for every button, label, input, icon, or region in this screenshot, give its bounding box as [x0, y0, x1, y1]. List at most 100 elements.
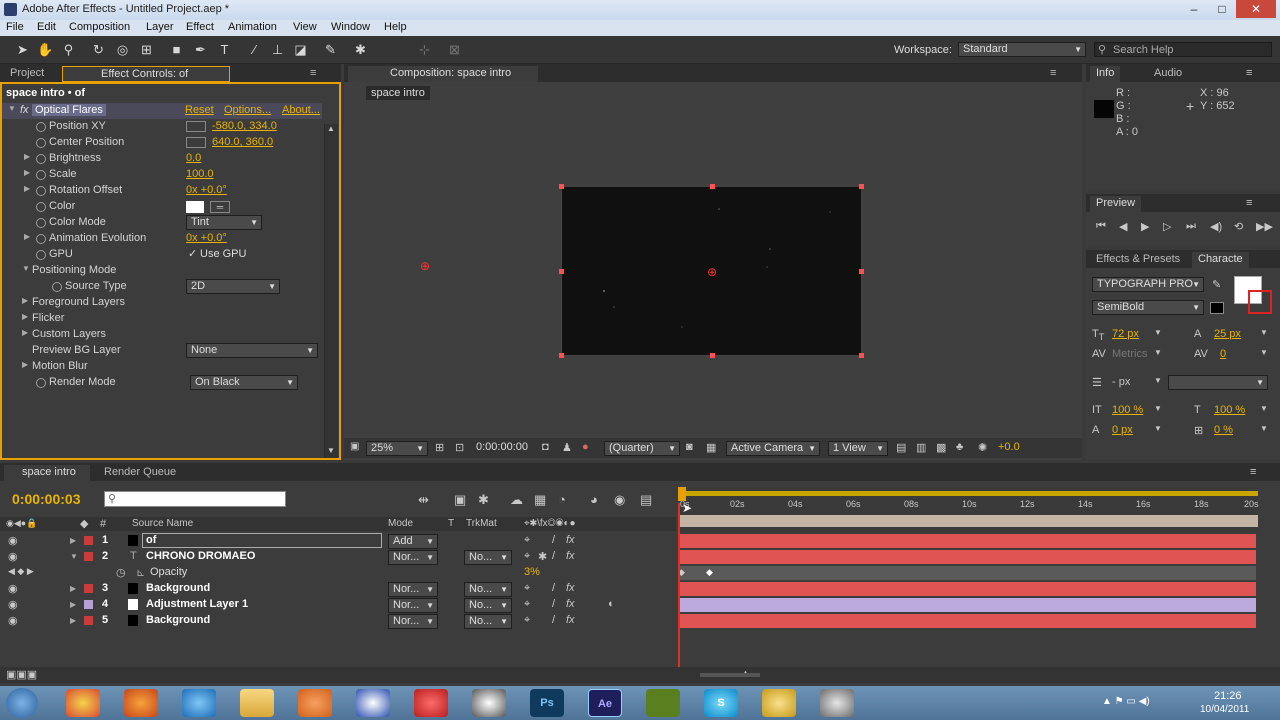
baseline-dropdown[interactable]: ▼: [1154, 424, 1162, 433]
gpu-checkbox[interactable]: ✓: [188, 247, 197, 260]
adjustment-layer-icon[interactable]: ◐: [608, 598, 615, 610]
auto-keyframe-icon[interactable]: ◉: [614, 492, 625, 508]
label-color[interactable]: [84, 536, 93, 545]
quality-icon[interactable]: /: [552, 614, 555, 626]
prop-scale[interactable]: ▶ Scale 100.0: [2, 167, 322, 183]
channel-icon[interactable]: ●: [582, 441, 589, 453]
collapse-icon[interactable]: ▼: [8, 104, 16, 113]
panel-menu-icon[interactable]: ≡: [1050, 67, 1056, 79]
eyedropper-icon[interactable]: ✎: [1212, 278, 1221, 291]
menu-window[interactable]: Window: [331, 21, 370, 33]
layer-name[interactable]: Background: [146, 614, 210, 626]
reset-link[interactable]: Reset: [185, 104, 214, 116]
puppet-tool-icon[interactable]: ✱: [352, 41, 369, 58]
messenger-icon[interactable]: [356, 689, 390, 717]
transparency-grid-icon[interactable]: ▦: [706, 441, 716, 454]
layer-row-3[interactable]: ◉ ▶ 3 Background Nor... ▼ No... ▼ ⌖ / fx: [0, 581, 675, 597]
after-effects-taskbar-icon[interactable]: Ae: [588, 689, 622, 717]
layer-bar-1[interactable]: [680, 534, 1256, 548]
chrome-icon[interactable]: [66, 689, 100, 717]
vscale-dropdown[interactable]: ▼: [1154, 404, 1162, 413]
internet-explorer-icon[interactable]: [182, 689, 216, 717]
mode-select[interactable]: Nor... ▼: [388, 550, 438, 565]
camera-tool-icon[interactable]: ◎: [114, 41, 131, 58]
pan-behind-tool-icon[interactable]: ⊞: [138, 41, 155, 58]
rotate-tool-icon[interactable]: ↻: [90, 41, 107, 58]
draft-3d-icon[interactable]: ✱: [478, 492, 489, 508]
crosshair-icon[interactable]: [186, 137, 206, 148]
mode-select[interactable]: Nor... ▼: [388, 614, 438, 629]
next-frame-icon[interactable]: ▷: [1163, 220, 1171, 233]
comp-viewer-canvas[interactable]: ⊕: [559, 184, 864, 358]
layer-bar-4[interactable]: [680, 598, 1256, 612]
tab-render-queue[interactable]: Render Queue: [98, 465, 182, 481]
font-select[interactable]: TYPOGRAPH PRO ▼: [1092, 277, 1204, 292]
collapse-transform-icon[interactable]: ✱: [538, 550, 547, 563]
grid-icon[interactable]: ⊞: [435, 441, 444, 454]
label-color[interactable]: [84, 616, 93, 625]
rotation-offset-value[interactable]: 0x +0.0°: [186, 184, 227, 196]
minimize-button[interactable]: –: [1180, 0, 1208, 18]
black-swatch[interactable]: [1210, 302, 1224, 314]
eraser-tool-icon[interactable]: ◪: [292, 41, 309, 58]
stopwatch-icon[interactable]: [36, 138, 46, 148]
type-tool-icon[interactable]: T: [216, 41, 233, 58]
tab-timeline[interactable]: space intro: [4, 465, 90, 481]
brightness-value[interactable]: 0.0: [186, 152, 201, 164]
leading-dropdown[interactable]: ▼: [1260, 328, 1268, 337]
prev-frame-icon[interactable]: ◀: [1119, 220, 1127, 233]
media-player-icon[interactable]: [298, 689, 332, 717]
keyframe-marker[interactable]: ◆: [706, 567, 713, 578]
prop-render-mode[interactable]: Render Mode On Black ▼: [2, 375, 322, 391]
resolution-select[interactable]: (Quarter) ▼: [604, 441, 680, 456]
prop-color-mode[interactable]: Color Mode Tint ▼: [2, 215, 322, 231]
fx-icon[interactable]: fx: [20, 104, 29, 116]
flare-position-icon[interactable]: ⊕: [420, 259, 430, 273]
layer-name[interactable]: Adjustment Layer 1: [146, 598, 248, 610]
stroke-style-select[interactable]: ▼: [1168, 375, 1268, 390]
toggle-pixel-aspect-icon[interactable]: ▤: [896, 441, 906, 454]
about-link[interactable]: About...: [282, 104, 320, 116]
shy-icon[interactable]: ⌖: [524, 582, 530, 595]
roto-brush-tool-icon[interactable]: ✎: [322, 41, 339, 58]
start-button[interactable]: [6, 688, 38, 718]
menu-animation[interactable]: Animation: [228, 21, 277, 33]
trkmat-select[interactable]: No... ▼: [464, 598, 512, 613]
shy-icon[interactable]: ⌖: [524, 598, 530, 611]
stopwatch-icon[interactable]: [52, 282, 62, 292]
stopwatch-icon[interactable]: [36, 234, 46, 244]
panel-menu-icon[interactable]: ≡: [1250, 466, 1256, 478]
pen-tool-icon[interactable]: ✒: [192, 41, 209, 58]
trkmat-select[interactable]: No... ▼: [464, 614, 512, 629]
prop-gpu[interactable]: GPU ✓ Use GPU: [2, 247, 322, 263]
effect-scrollbar[interactable]: ▲ ▼: [324, 124, 338, 458]
layer-search-input[interactable]: ⚲: [104, 491, 286, 507]
menu-effect[interactable]: Effect: [186, 21, 214, 33]
eye-icon[interactable]: ◉: [8, 582, 18, 595]
menu-edit[interactable]: Edit: [37, 21, 56, 33]
label-color[interactable]: [84, 552, 93, 561]
stopwatch-icon[interactable]: [36, 250, 46, 260]
opacity-value[interactable]: 3%: [524, 566, 540, 578]
effect-header[interactable]: ▼ fx Optical Flares Reset Options... Abo…: [2, 103, 322, 119]
firefox-icon[interactable]: [124, 689, 158, 717]
center-position-value[interactable]: 640.0, 360.0: [212, 136, 273, 148]
font-style-select[interactable]: SemiBold ▼: [1092, 300, 1204, 315]
layer-bar-2[interactable]: [680, 550, 1256, 564]
axis-world-icon[interactable]: ⊠: [446, 41, 463, 58]
exposure-value[interactable]: +0.0: [998, 441, 1020, 453]
color-swatch[interactable]: [186, 201, 204, 213]
fx-icon[interactable]: fx: [566, 598, 575, 610]
snapshot-icon[interactable]: ◘: [542, 441, 549, 453]
ram-preview-icon[interactable]: ▶▶: [1256, 220, 1273, 233]
prop-animation-evolution[interactable]: ▶ Animation Evolution 0x +0.0°: [2, 231, 322, 247]
source-name-header[interactable]: Source Name: [132, 518, 193, 529]
tab-info[interactable]: Info: [1090, 66, 1121, 82]
stroke-width-dropdown[interactable]: ▼: [1154, 376, 1162, 385]
prop-flicker[interactable]: ▶ Flicker: [2, 311, 322, 327]
tab-effects-presets[interactable]: Effects & Presets: [1090, 252, 1186, 268]
prop-rotation-offset[interactable]: ▶ Rotation Offset 0x +0.0°: [2, 183, 322, 199]
quality-icon[interactable]: /: [552, 550, 555, 562]
options-link[interactable]: Options...: [224, 104, 271, 116]
layer-row-5[interactable]: ◉ ▶ 5 Background Nor... ▼ No... ▼ ⌖ / fx: [0, 613, 675, 629]
